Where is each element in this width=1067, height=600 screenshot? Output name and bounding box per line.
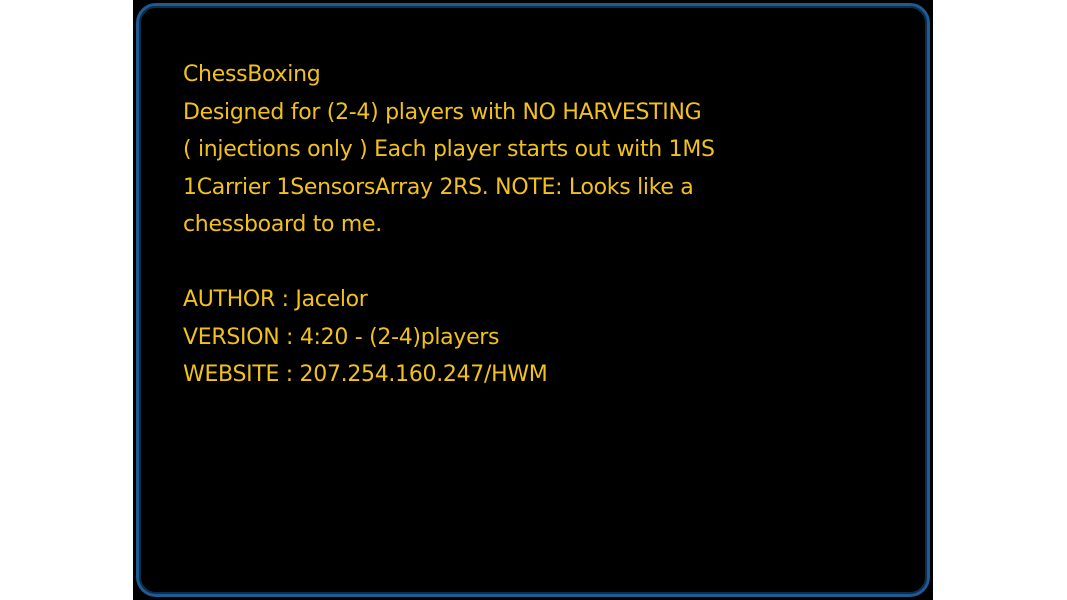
description-line-2: ( injections only ) Each player starts o…: [183, 137, 715, 162]
map-info-text: ChessBoxing Designed for (2-4) players w…: [183, 56, 823, 394]
description-line-3: 1Carrier 1SensorsArray 2RS. NOTE: Looks …: [183, 174, 694, 200]
version-line: VERSION : 4:20 - (2-4)players: [183, 324, 500, 350]
description-line-4: chessboard to me.: [183, 212, 382, 237]
website-line: WEBSITE : 207.254.160.247/HWM: [183, 362, 548, 387]
screen: ChessBoxing Designed for (2-4) players w…: [0, 0, 1067, 600]
description-line-1: Designed for (2-4) players with NO HARVE…: [183, 99, 702, 125]
map-title: ChessBoxing: [183, 62, 321, 87]
author-line: AUTHOR : Jacelor: [183, 287, 368, 312]
